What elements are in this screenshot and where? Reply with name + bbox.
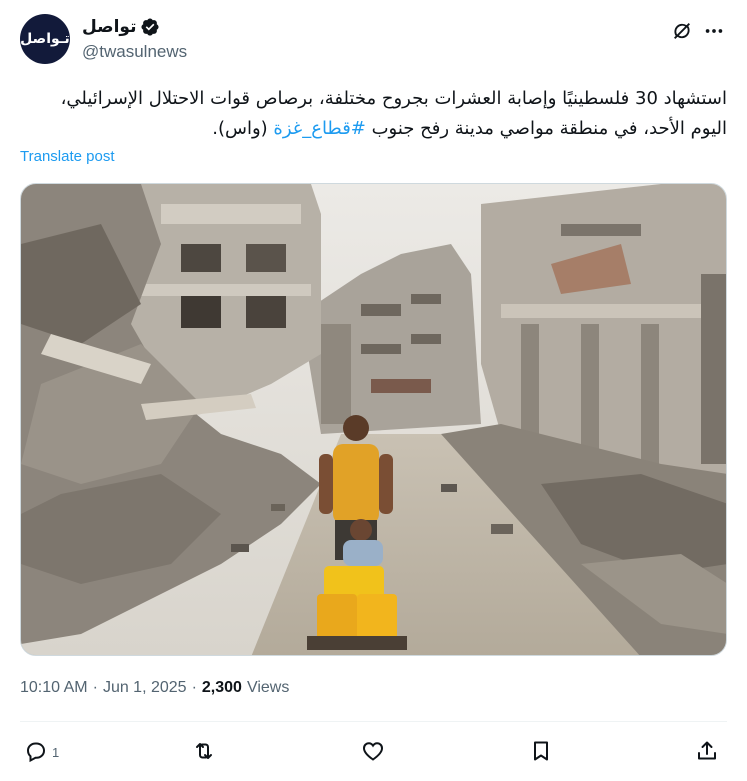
tweet-text-end: (واس). [212,118,274,139]
translate-post-link[interactable]: Translate post [20,148,115,165]
action-bar: 1 [20,734,727,770]
reply-button[interactable]: 1 [24,734,59,770]
bookmark-icon [529,739,553,766]
share-button[interactable] [695,734,719,770]
tweet-meta: 10:10 AM · Jun 1, 2025 · 2,300 Views [20,679,289,697]
tweet-text-main: استشهاد 30 فلسطينيًا وإصابة العشرات بجرو… [60,88,727,139]
views-count[interactable]: 2,300 [202,679,242,697]
views-label: Views [246,679,290,696]
meta-separator: · [191,679,197,696]
avatar-logo: تـواصل [20,31,70,47]
heart-icon [361,739,385,766]
reply-count: 1 [52,744,60,760]
tweet-photo[interactable] [20,183,727,656]
grok-icon[interactable] [669,18,695,44]
hashtag-link[interactable]: #قطاع_غزة [273,118,365,139]
like-button[interactable] [361,734,385,770]
avatar[interactable]: تـواصل [20,14,70,64]
handle[interactable]: @twasulnews [82,42,187,62]
post-time[interactable]: 10:10 AM [20,679,88,697]
share-icon [695,739,719,766]
bookmark-button[interactable] [529,734,553,770]
verified-badge-icon[interactable] [140,17,160,37]
retweet-button[interactable] [192,734,216,770]
meta-separator: · [92,679,98,696]
retweet-icon [192,739,216,766]
tweet-text: استشهاد 30 فلسطينيًا وإصابة العشرات بجرو… [20,84,727,144]
display-name[interactable]: تواصل [82,17,136,37]
tweet-header: تـواصل تواصل @twasulnews [20,14,727,66]
divider [20,721,727,722]
reply-icon [24,739,48,766]
post-date[interactable]: Jun 1, 2025 [103,679,187,697]
more-icon[interactable] [701,18,727,44]
name-row: تواصل [82,17,160,37]
